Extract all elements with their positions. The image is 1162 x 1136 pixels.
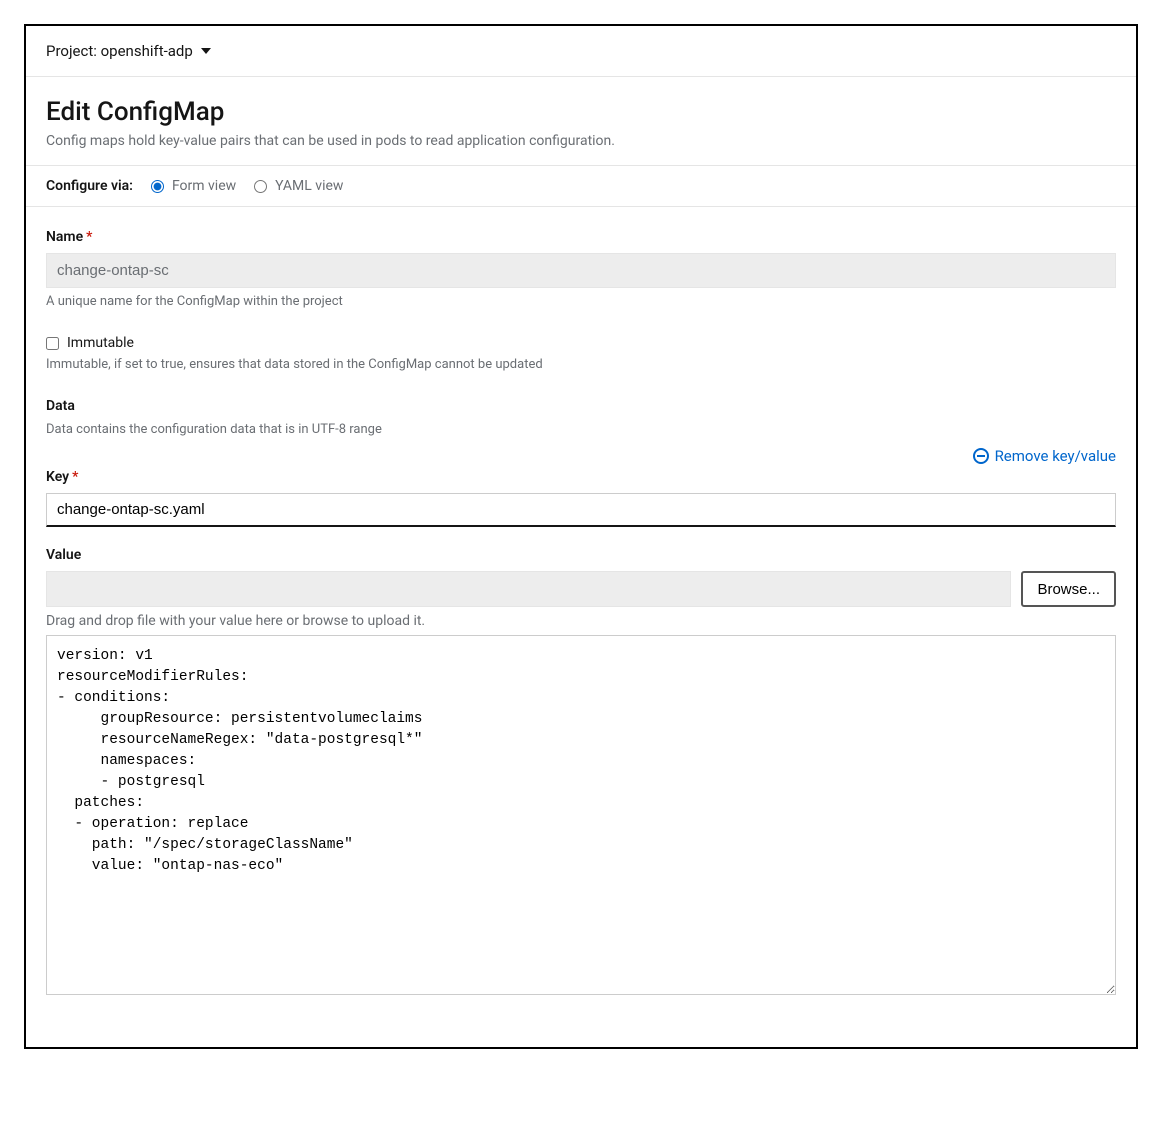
minus-circle-icon (973, 448, 989, 464)
radio-yaml-input[interactable] (254, 180, 267, 193)
page-subtitle: Config maps hold key-value pairs that ca… (46, 133, 1116, 149)
value-file-input[interactable] (46, 571, 1011, 607)
immutable-helper: Immutable, if set to true, ensures that … (46, 357, 1116, 372)
page-header: Edit ConfigMap Config maps hold key-valu… (26, 77, 1136, 165)
project-selector[interactable]: Project: openshift-adp (26, 26, 1136, 77)
key-input[interactable] (46, 493, 1116, 527)
value-label: Value (46, 547, 1116, 563)
immutable-label: Immutable (67, 335, 134, 351)
browse-button[interactable]: Browse... (1021, 571, 1116, 607)
app-frame: Project: openshift-adp Edit ConfigMap Co… (24, 24, 1138, 1049)
name-label: Name* (46, 229, 1116, 245)
immutable-section: Immutable Immutable, if set to true, ens… (46, 335, 1116, 372)
radio-form-label: Form view (172, 178, 236, 194)
form-body: Name* A unique name for the ConfigMap wi… (26, 207, 1136, 1047)
drag-drop-hint: Drag and drop file with your value here … (46, 613, 1116, 629)
required-asterisk: * (72, 469, 78, 485)
page-title: Edit ConfigMap (46, 97, 1116, 127)
data-helper: Data contains the configuration data tha… (46, 422, 1116, 437)
name-section: Name* A unique name for the ConfigMap wi… (46, 229, 1116, 309)
radio-form-input[interactable] (151, 180, 164, 193)
remove-keyvalue-link[interactable]: Remove key/value (973, 447, 1116, 465)
configure-via-label: Configure via: (46, 178, 133, 194)
name-input[interactable] (46, 253, 1116, 288)
view-toggle: Configure via: Form view YAML view (26, 165, 1136, 207)
chevron-down-icon (201, 48, 211, 54)
value-textarea[interactable] (46, 635, 1116, 995)
radio-yaml-view[interactable]: YAML view (254, 178, 343, 194)
name-helper: A unique name for the ConfigMap within t… (46, 294, 1116, 309)
required-asterisk: * (86, 229, 92, 245)
remove-keyvalue-label: Remove key/value (995, 447, 1116, 465)
immutable-checkbox[interactable] (46, 337, 59, 350)
radio-form-view[interactable]: Form view (151, 178, 236, 194)
radio-yaml-label: YAML view (275, 178, 343, 194)
data-label: Data (46, 398, 1116, 414)
project-label: Project: openshift-adp (46, 42, 193, 60)
data-section: Data Data contains the configuration dat… (46, 398, 1116, 999)
key-label: Key* (46, 469, 1116, 485)
